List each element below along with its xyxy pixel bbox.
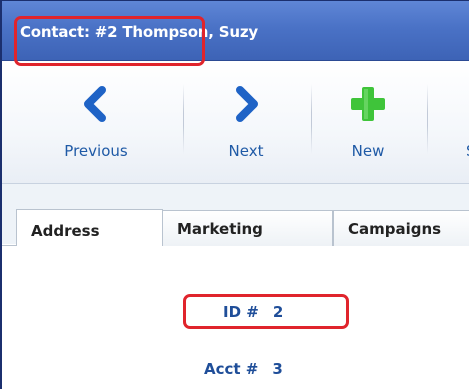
toolbar: Previous Next New S xyxy=(2,62,469,184)
id-value: 2 xyxy=(272,303,284,321)
window-title: Contact: #2 Thompson, Suzy xyxy=(20,23,259,41)
previous-label: Previous xyxy=(64,142,128,160)
partial-toolbar-button[interactable]: S xyxy=(458,62,469,184)
toolbar-separator xyxy=(311,84,312,154)
next-button[interactable]: Next xyxy=(186,62,306,184)
title-bar: Contact: #2 Thompson, Suzy xyxy=(2,1,469,61)
contact-window: Contact: #2 Thompson, Suzy Previous Next xyxy=(0,0,469,389)
toolbar-separator xyxy=(427,84,428,154)
chevron-left-icon xyxy=(84,86,106,122)
new-label: New xyxy=(351,142,385,160)
id-label: ID # xyxy=(223,303,259,321)
chevron-right-icon xyxy=(236,86,258,122)
acct-value: 3 xyxy=(272,360,283,378)
acct-label: Acct # xyxy=(204,360,259,378)
tab-marketing[interactable]: Marketing xyxy=(162,210,333,246)
tab-campaigns[interactable]: Campaigns xyxy=(333,210,469,246)
next-label: Next xyxy=(228,142,264,160)
plus-icon xyxy=(351,87,385,121)
id-field: ID # 2 xyxy=(223,303,283,321)
acct-field: Acct # 3 xyxy=(204,360,283,378)
previous-button[interactable]: Previous xyxy=(36,62,156,184)
tab-address[interactable]: Address xyxy=(16,209,163,246)
new-button[interactable]: New xyxy=(320,62,416,184)
toolbar-separator xyxy=(183,84,184,154)
